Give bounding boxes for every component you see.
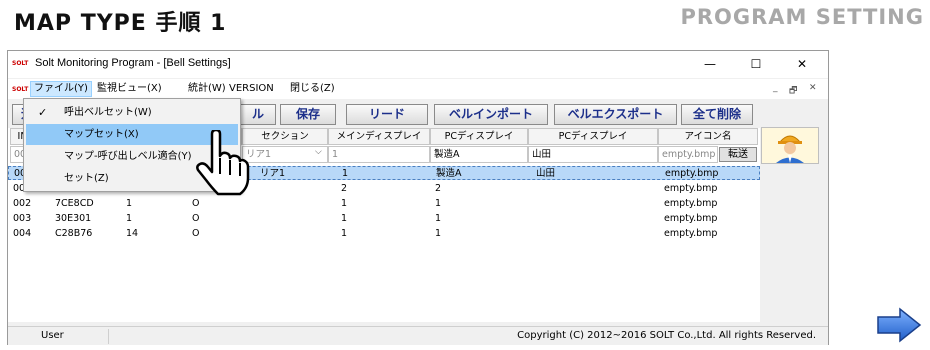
page-subtitle: PROGRAM SETTING [680, 5, 924, 29]
cell-icon: empty.bmp [665, 168, 719, 179]
cell-pc2: 山田 [536, 168, 556, 179]
send-button[interactable]: 転送 [719, 147, 757, 162]
next-arrow-icon[interactable] [876, 307, 922, 343]
col-header-pc-display[interactable]: PCディスプレイ [430, 128, 528, 145]
table-row[interactable]: 003 30E301 1 O 1 1 empty.bmp [8, 212, 760, 226]
col-header-main-display[interactable]: メインディスプレイ [328, 128, 430, 145]
menu-item-label: マップ-呼び出しベル適合(Y) [64, 151, 192, 162]
cell-num: 14 [126, 228, 139, 239]
cell-main: 1 [341, 228, 348, 239]
read-button[interactable]: リード [346, 104, 428, 125]
cell-code: 004 [13, 228, 32, 239]
cell-code: 002 [13, 198, 32, 209]
cell-id: 7CE8CD [55, 198, 94, 209]
table-row[interactable]: 004 C28B76 14 O 1 1 empty.bmp [8, 227, 760, 241]
cell-num: 1 [126, 198, 133, 209]
cell-id: C28B76 [55, 228, 93, 239]
menu-item-label: マップセット(X) [64, 129, 139, 140]
menu-version[interactable]: VERSION [226, 81, 277, 97]
status-bar: User Copyright (C) 2012~2016 SOLT Co.,Lt… [8, 326, 828, 345]
cell-main: 1 [341, 213, 348, 224]
save-button[interactable]: 保存 [280, 104, 336, 125]
app-logo: SOLT [12, 60, 29, 67]
checkmark-icon: ✓ [38, 106, 48, 119]
col-header-section[interactable]: セクション [242, 128, 328, 145]
cell-icon: empty.bmp [664, 198, 718, 209]
menu-item-label: セット(Z) [64, 173, 109, 184]
menu-item-label: 呼出ベルセット(W) [64, 107, 152, 118]
cell-flag: O [192, 213, 200, 224]
close-button[interactable]: ✕ [780, 54, 824, 74]
icon-name-input[interactable]: empty.bmp [658, 146, 718, 163]
cell-main: 1 [341, 198, 348, 209]
cell-main: 1 [342, 168, 349, 179]
mdi-minimize-button[interactable]: _ [773, 83, 778, 93]
hand-cursor-icon [196, 130, 250, 196]
menu-bar: SOLT ファイル(Y) 監視ビュー(X) 統計(W) VERSION 閉じる(… [8, 79, 828, 99]
table-row[interactable]: 002 7CE8CD 1 O 1 1 empty.bmp [8, 197, 760, 211]
pc-display-input[interactable]: 製造A [430, 146, 528, 163]
window-title: Solt Monitoring Program - [Bell Settings… [35, 57, 231, 69]
page-title: MAP TYPE 手順 1 [14, 11, 227, 36]
chevron-down-icon[interactable]: ⌵ [315, 147, 322, 157]
menu-logo: SOLT [12, 86, 29, 93]
cell-icon: empty.bmp [664, 183, 718, 194]
col-header-icon-name[interactable]: アイコン名 [658, 128, 758, 145]
cell-icon: empty.bmp [664, 228, 718, 239]
cell-pc: 1 [435, 198, 442, 209]
menu-file[interactable]: ファイル(Y) [30, 81, 92, 97]
status-copyright: Copyright (C) 2012~2016 SOLT Co.,Ltd. Al… [517, 330, 816, 341]
app-window: SOLT Solt Monitoring Program - [Bell Set… [7, 50, 829, 345]
cell-pc: 1 [435, 228, 442, 239]
cell-pc: 1 [435, 213, 442, 224]
bell-export-button[interactable]: ベルエクスポート [554, 104, 677, 125]
avatar [761, 127, 819, 164]
col-header-pc-display-2[interactable]: PCディスプレイ [528, 128, 658, 145]
status-user: User [41, 330, 64, 341]
mdi-restore-button[interactable]: 🗗 [789, 83, 797, 99]
menu-monitor-view[interactable]: 監視ビュー(X) [94, 81, 165, 97]
delete-all-button[interactable]: 全て削除 [681, 104, 753, 125]
cell-main: 2 [341, 183, 348, 194]
status-separator [108, 329, 109, 344]
main-display-input[interactable]: 1 [328, 146, 430, 163]
cell-flag: O [192, 228, 200, 239]
minimize-button[interactable]: — [688, 54, 732, 74]
title-bar: SOLT Solt Monitoring Program - [Bell Set… [8, 51, 828, 78]
pc-display-input-2[interactable]: 山田 [528, 146, 658, 163]
cell-section: リア1 [260, 168, 286, 179]
cell-flag: O [192, 198, 200, 209]
mdi-close-button[interactable]: ✕ [809, 83, 817, 93]
menu-item-call-bell-set[interactable]: ✓ 呼出ベルセット(W) [26, 102, 238, 123]
menu-close[interactable]: 閉じる(Z) [287, 81, 338, 97]
cell-id: 30E301 [55, 213, 92, 224]
cell-icon: empty.bmp [664, 213, 718, 224]
cell-pc: 製造A [436, 168, 462, 179]
maximize-button[interactable]: ☐ [734, 54, 778, 74]
bell-button[interactable]: ル [240, 104, 276, 125]
cell-num: 1 [126, 213, 133, 224]
worker-avatar-icon [762, 128, 818, 163]
cell-pc: 2 [435, 183, 442, 194]
bell-import-button[interactable]: ベルインポート [434, 104, 548, 125]
cell-code: 003 [13, 213, 32, 224]
menu-statistics[interactable]: 統計(W) [185, 81, 229, 97]
